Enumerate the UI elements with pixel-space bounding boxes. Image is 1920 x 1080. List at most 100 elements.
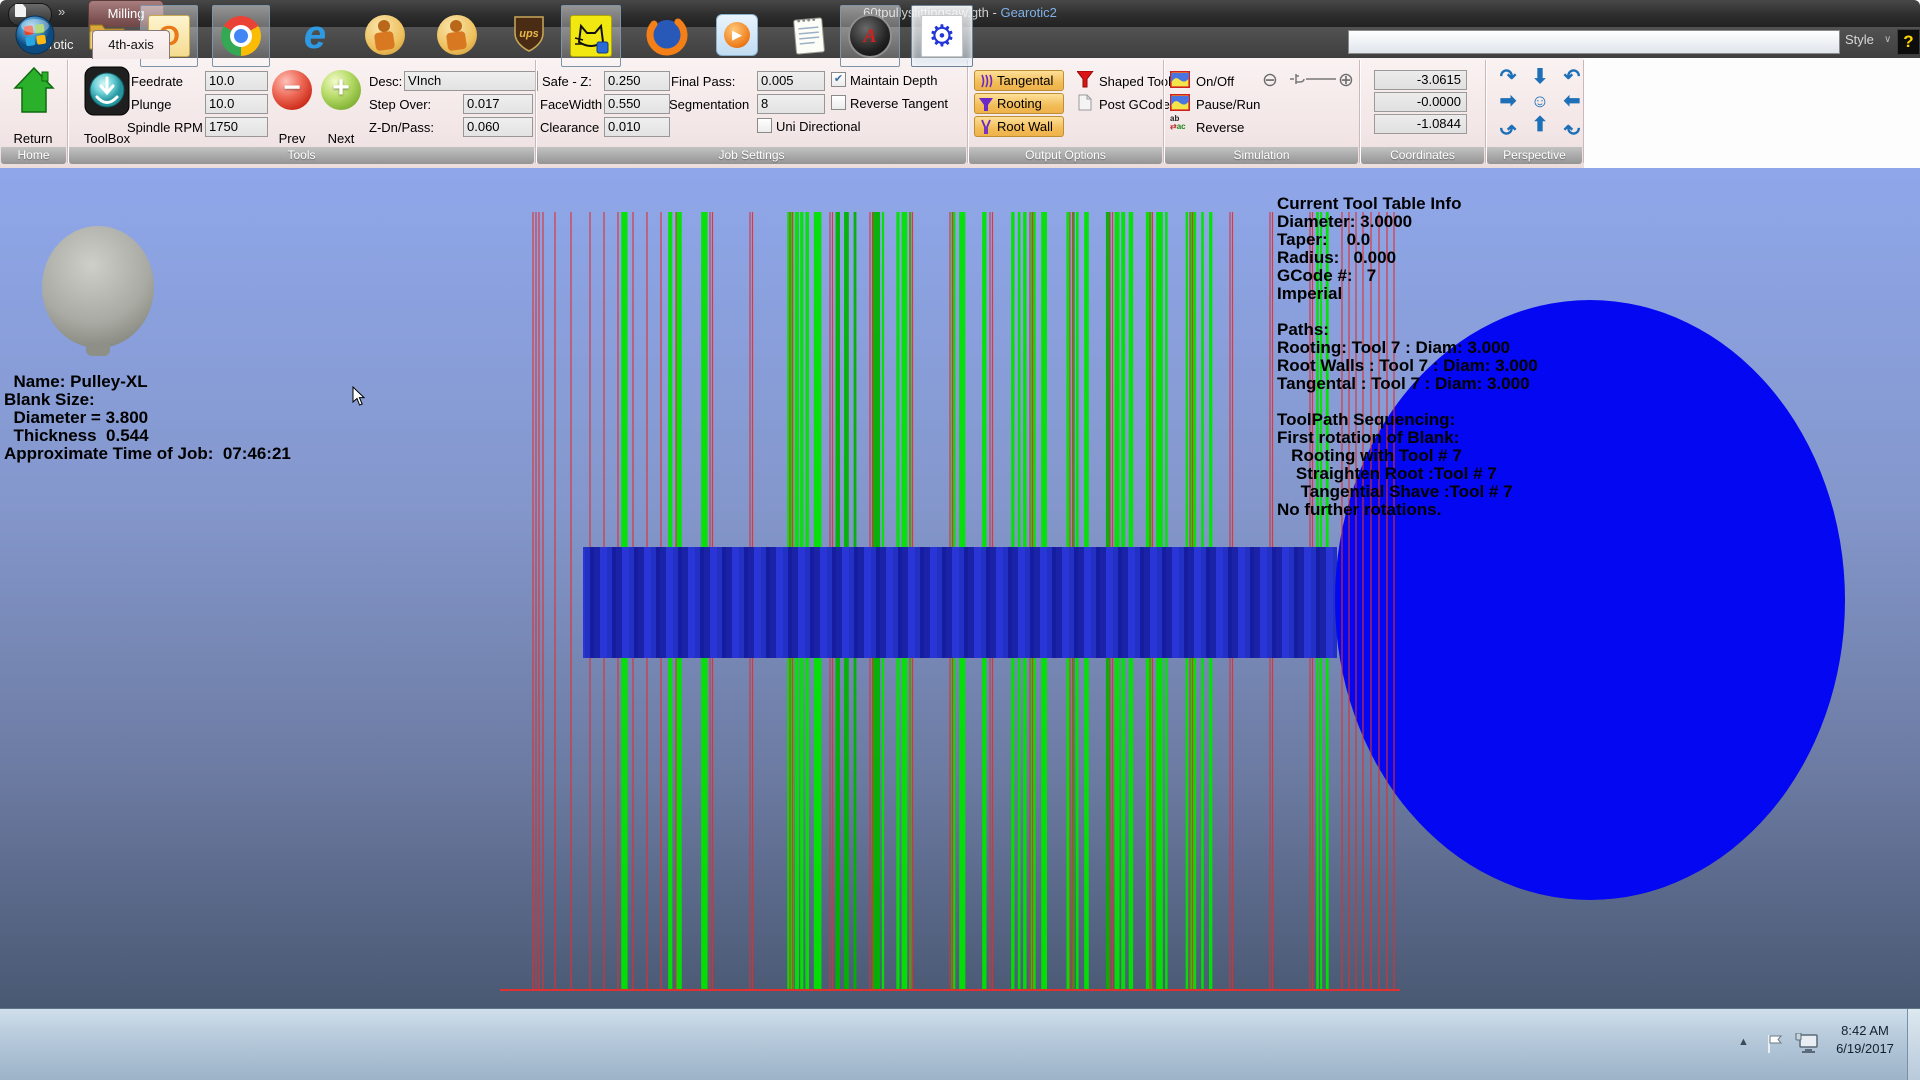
facewidth-field[interactable]: 0.550 [604,94,670,114]
sim-speed-minus-icon[interactable]: ⊖ [1262,69,1278,92]
tool-table-info-text: Current Tool Table InfoDiameter: 3.0000T… [1277,195,1538,519]
post-gcode-button[interactable]: Post GCode [1099,97,1170,112]
taskbar-gearotic-icon[interactable]: ⚙ [911,5,973,67]
text-line: Blank Size: [4,391,291,409]
reverse-icon[interactable]: ab ⇄ac [1170,115,1190,133]
taskbar-ups-icon[interactable]: ups [502,5,556,65]
job-info-text: Name: Pulley-XLBlank Size: Diameter = 3.… [4,373,291,463]
desc-label: Desc: [369,74,402,89]
clock-time: 8:42 AM [1826,1022,1904,1040]
reverse-icon-ac: ⇄ac [1170,123,1190,131]
prev-button[interactable]: Prev [272,131,312,146]
maintain-depth-label: Maintain Depth [850,73,937,88]
taskbar-internet-explorer-icon[interactable]: e [288,5,342,65]
tray-show-hidden-icons[interactable]: ▲ [1738,1036,1749,1048]
taskbar-firefox-icon[interactable] [640,5,694,65]
svg-text:ups: ups [519,28,539,40]
rotate-ccw-top-icon[interactable]: ↶ [1558,66,1586,90]
rotate-cw-top-icon[interactable]: ↷ [1494,66,1522,90]
group-label-output-options: Output Options [969,147,1162,164]
pan-left-icon[interactable]: ⬅ [1558,90,1586,114]
group-label-tools: Tools [69,147,534,164]
stepover-field[interactable]: 0.017 [463,94,533,114]
text-line: GCode #: 7 [1277,267,1538,285]
pause-run-icon[interactable] [1170,94,1190,111]
maintain-depth-checkbox[interactable]: ✔ [831,72,846,87]
spindle-rpm-field[interactable]: 1750 [205,117,268,137]
text-line: Current Tool Table Info [1277,195,1538,213]
segmentation-field[interactable]: 8 [757,94,825,114]
text-line: First rotation of Blank: [1277,429,1538,447]
tool-ball-model [42,226,154,348]
rotate-cw-bottom-icon[interactable]: ↷ [1494,114,1522,138]
plunge-label: Plunge [131,97,171,112]
start-button[interactable] [8,5,62,65]
pan-up-icon[interactable]: ⬆ [1526,114,1554,138]
stepover-label: Step Over: [369,97,431,112]
plunge-field[interactable]: 10.0 [205,94,268,114]
return-button[interactable]: Return [0,131,66,146]
group-label-home: Home [1,147,66,164]
style-combobox[interactable] [1348,30,1840,54]
uni-directional-checkbox[interactable] [757,118,772,133]
finalpass-field[interactable]: 0.005 [757,71,825,91]
home-icon[interactable] [13,66,55,114]
reverse-tangent-label: Reverse Tangent [850,96,948,111]
shaped-tool-button[interactable]: Shaped Tool [1099,74,1171,89]
style-label[interactable]: Style [1845,32,1874,47]
rotate-ccw-bottom-icon[interactable]: ↶ [1558,114,1586,138]
taskbar-cat-app-icon[interactable] [561,5,621,67]
taskbar-quickbooks2-icon[interactable] [430,5,484,65]
shaped-tool-icon[interactable] [1077,71,1094,88]
text-line: Taper: 0.0 [1277,231,1538,249]
safez-field[interactable]: 0.250 [604,71,670,91]
reverse-button[interactable]: Reverse [1196,120,1244,135]
tab-4th-axis[interactable]: 4th-axis [92,30,170,59]
reverse-tangent-checkbox[interactable] [831,95,846,110]
coordinate-y: -0.0000 [1374,92,1467,112]
taskbar-notepad-icon[interactable] [782,5,836,65]
tangental-toggle[interactable]: Tangental [974,70,1064,91]
taskbar-media-player-icon[interactable]: ▶ [710,5,764,65]
window-title-app: Gearotic2 [1000,5,1056,20]
pause-run-button[interactable]: Pause/Run [1196,97,1260,112]
next-button-icon[interactable]: + [321,70,361,110]
text-line: Rooting with Tool # 7 [1277,447,1538,465]
text-line: Paths: [1277,321,1538,339]
rooting-toggle[interactable]: Rooting [974,93,1064,114]
desc-field[interactable]: VInch [404,71,538,91]
taskbar-clock[interactable]: 8:42 AM 6/19/2017 [1826,1022,1904,1058]
pan-down-icon[interactable]: ⬇ [1526,66,1554,90]
text-line: Approximate Time of Job: 07:46:21 [4,445,291,463]
text-line: No further rotations. [1277,501,1538,519]
style-caret-icon[interactable]: ∨ [1884,34,1891,45]
taskbar-chrome-icon[interactable] [212,5,270,67]
taskbar-quickbooks-icon[interactable] [358,5,412,65]
toolbox-icon[interactable] [84,66,130,116]
onoff-button[interactable]: On/Off [1196,74,1234,89]
zdn-pass-field[interactable]: 0.060 [463,117,533,137]
safez-label: Safe - Z: [542,74,592,89]
onoff-icon[interactable] [1170,71,1190,88]
taskbar-dark-logo-icon[interactable]: A [840,5,900,67]
post-gcode-icon[interactable] [1078,94,1092,111]
sim-speed-plus-icon[interactable]: ⊕ [1338,69,1354,92]
next-button[interactable]: Next [321,131,361,146]
viewport-canvas[interactable]: Name: Pulley-XLBlank Size: Diameter = 3.… [0,168,1920,1008]
network-icon[interactable] [1794,1033,1820,1055]
help-button[interactable]: ? [1897,29,1920,55]
feedrate-field[interactable]: 10.0 [205,71,268,91]
root-wall-toggle[interactable]: Root Wall [974,116,1064,137]
text-line: Imperial [1277,285,1538,303]
clearance-field[interactable]: 0.010 [604,117,670,137]
action-center-flag-icon[interactable] [1764,1032,1786,1056]
reset-view-icon[interactable]: ☺ [1526,90,1554,114]
sim-speed-slider[interactable] [1288,71,1338,87]
facewidth-label: FaceWidth [540,97,602,112]
tangental-icon [979,73,993,89]
root-wall-icon [979,119,993,135]
prev-button-icon[interactable]: − [272,70,312,110]
text-line: Diameter = 3.800 [4,409,291,427]
show-desktop-button[interactable] [1907,1009,1920,1080]
pan-right-icon[interactable]: ➡ [1494,90,1522,114]
